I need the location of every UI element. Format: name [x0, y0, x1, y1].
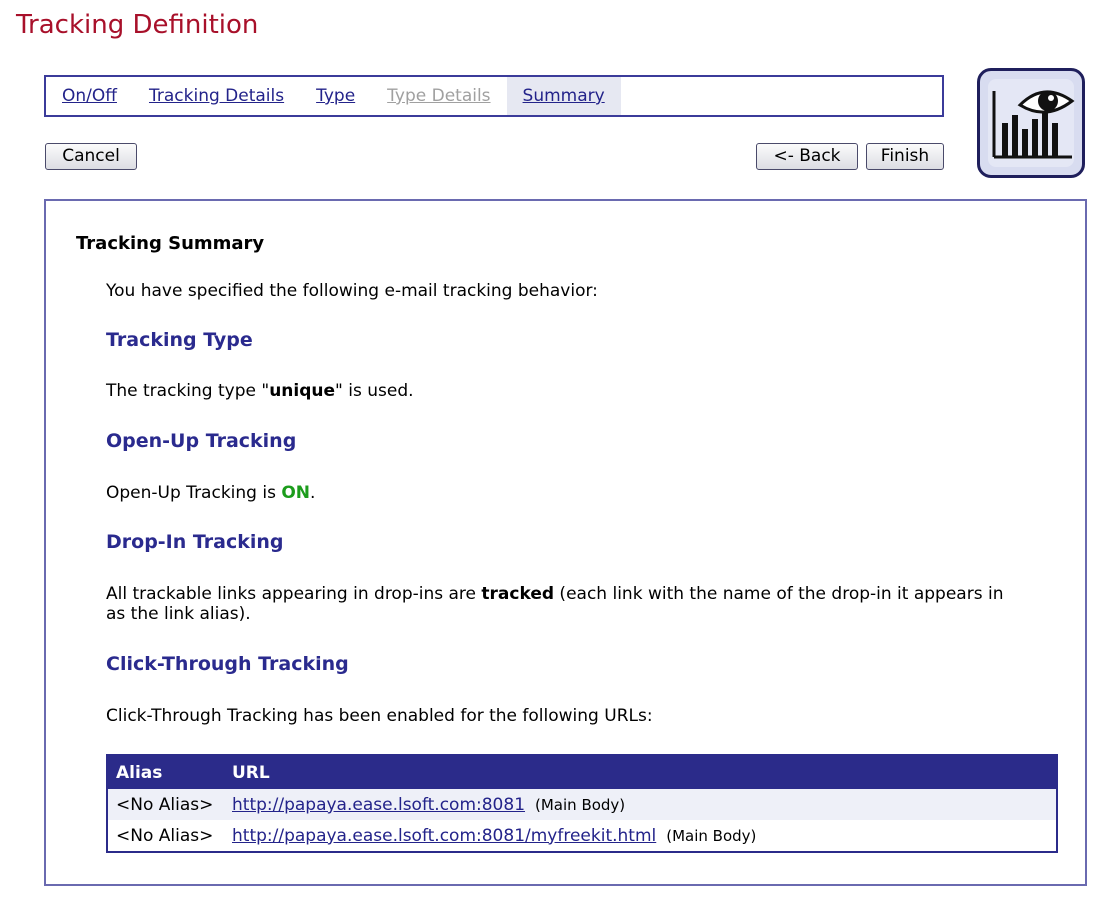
summary-panel: Tracking Summary You have specified the …: [44, 199, 1087, 886]
cancel-button[interactable]: Cancel: [45, 143, 137, 170]
alias-cell: <No Alias>: [107, 820, 224, 852]
drop-in-value: tracked: [481, 584, 555, 604]
url-table-header-row: Alias URL: [107, 755, 1057, 789]
step-type[interactable]: Type: [300, 77, 371, 115]
back-button[interactable]: <- Back: [756, 143, 858, 170]
open-up-status: ON: [281, 483, 311, 503]
step-tracking-details[interactable]: Tracking Details: [133, 77, 300, 115]
finish-button[interactable]: Finish: [866, 143, 944, 170]
table-row: <No Alias> http://papaya.ease.lsoft.com:…: [107, 820, 1057, 852]
step-summary[interactable]: Summary: [506, 77, 621, 115]
summary-intro: You have specified the following e-mail …: [106, 281, 598, 301]
url-link[interactable]: http://papaya.ease.lsoft.com:8081/myfree…: [232, 826, 656, 846]
drop-in-heading: Drop-In Tracking: [106, 531, 284, 553]
tracking-eye-chart-icon: [988, 79, 1075, 167]
summary-heading: Tracking Summary: [76, 233, 265, 254]
click-through-heading: Click-Through Tracking: [106, 653, 349, 675]
open-up-heading: Open-Up Tracking: [106, 430, 297, 452]
url-column-header: URL: [224, 755, 1057, 789]
url-location-note: (Main Body): [535, 795, 626, 814]
open-up-text-before: Open-Up Tracking is: [106, 483, 282, 503]
tracking-type-heading: Tracking Type: [106, 329, 253, 351]
drop-in-text: All trackable links appearing in drop-in…: [106, 584, 1006, 624]
url-location-note: (Main Body): [666, 826, 757, 845]
tracking-logo: [977, 68, 1085, 178]
alias-column-header: Alias: [107, 755, 224, 789]
tracking-type-text-after: " is used.: [335, 381, 414, 401]
tracking-type-value: unique: [269, 381, 336, 401]
step-type-details: Type Details: [387, 86, 491, 106]
url-table: Alias URL <No Alias> http://papaya.ease.…: [106, 754, 1058, 853]
url-link[interactable]: http://papaya.ease.lsoft.com:8081: [232, 795, 525, 815]
url-cell: http://papaya.ease.lsoft.com:8081/myfree…: [224, 820, 1057, 852]
tracking-type-text-before: The tracking type ": [106, 381, 270, 401]
open-up-text-after: .: [310, 483, 316, 503]
open-up-text: Open-Up Tracking is ON.: [106, 483, 1006, 503]
step-on-off[interactable]: On/Off: [46, 77, 133, 115]
url-cell: http://papaya.ease.lsoft.com:8081 (Main B…: [224, 789, 1057, 820]
alias-cell: <No Alias>: [107, 789, 224, 820]
table-row: <No Alias> http://papaya.ease.lsoft.com:…: [107, 789, 1057, 820]
tracking-type-text: The tracking type "unique" is used.: [106, 381, 1006, 401]
click-through-text: Click-Through Tracking has been enabled …: [106, 706, 653, 726]
page-title: Tracking Definition: [16, 10, 259, 40]
wizard-steps-nav: On/Off Tracking Details Type Type Detail…: [44, 75, 944, 117]
drop-in-text-before: All trackable links appearing in drop-in…: [106, 584, 482, 604]
